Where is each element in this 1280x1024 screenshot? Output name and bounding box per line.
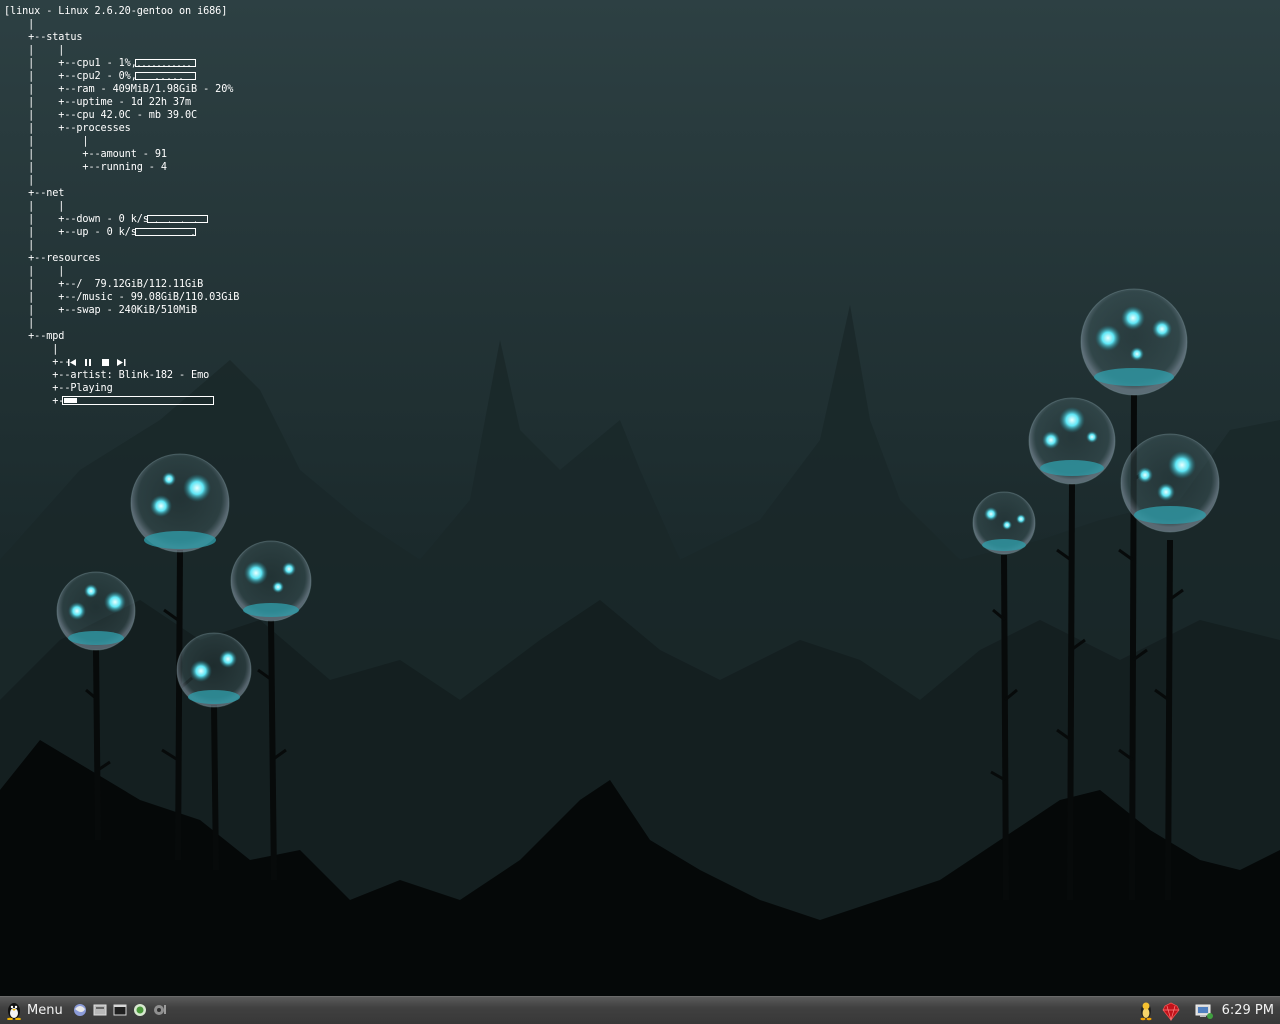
media-icon[interactable] bbox=[152, 1002, 168, 1018]
mpd-section: +--mpd bbox=[4, 331, 65, 342]
mpd-progress-line: +-- bbox=[4, 396, 71, 407]
terminal-icon[interactable] bbox=[112, 1002, 128, 1018]
conky-header: [linux - Linux 2.6.20-gentoo on i686] bbox=[4, 6, 228, 17]
mpd-controls bbox=[68, 359, 126, 366]
net-section: +--net bbox=[4, 188, 65, 199]
net-up-graph bbox=[135, 228, 196, 236]
pause-icon[interactable] bbox=[85, 359, 91, 366]
conky-system-monitor: [linux - Linux 2.6.20-gentoo on i686] | … bbox=[0, 0, 1280, 996]
ram-line: | +--ram - 409MiB/1.98GiB - 20% bbox=[4, 84, 234, 95]
mpd-artist-line: +--artist: Blink-182 - Emo bbox=[4, 370, 210, 381]
menu-button[interactable]: Menu bbox=[2, 997, 67, 1024]
tree-line: | bbox=[4, 175, 35, 186]
swap-line: | +--swap - 240KiB/510MiB bbox=[4, 305, 198, 316]
mpd-progress-fill bbox=[64, 398, 77, 403]
web-browser-icon[interactable] bbox=[72, 1002, 88, 1018]
process-amount-line: | +--amount - 91 bbox=[4, 149, 167, 160]
mpd-controls-line: +-- bbox=[4, 357, 71, 368]
cpu1-line: | +--cpu1 - 1%, bbox=[4, 58, 137, 69]
process-running-line: | +--running - 4 bbox=[4, 162, 167, 173]
next-icon[interactable] bbox=[117, 359, 126, 366]
net-down-graph bbox=[147, 215, 208, 223]
net-up-line: | +--up - 0 k/s bbox=[4, 227, 137, 238]
cpu1-graph bbox=[135, 59, 196, 67]
tree-line: | bbox=[4, 344, 59, 355]
mpd-status-line: +--Playing bbox=[4, 383, 113, 394]
music-fs-line: | +--/music - 99.08GiB/110.03GiB bbox=[4, 292, 240, 303]
uptime-line: | +--uptime - 1d 22h 37m bbox=[4, 97, 192, 108]
prev-icon[interactable] bbox=[68, 359, 76, 366]
cpu2-graph bbox=[135, 72, 196, 80]
resources-section: +--resources bbox=[4, 253, 101, 264]
net-down-line: | +--down - 0 k/s bbox=[4, 214, 149, 225]
taskbar: Menu 6:29 PM bbox=[0, 996, 1280, 1024]
file-manager-icon[interactable] bbox=[92, 1002, 108, 1018]
app-icon[interactable] bbox=[132, 1002, 148, 1018]
stop-icon[interactable] bbox=[102, 359, 109, 366]
tux-icon[interactable] bbox=[1136, 1001, 1156, 1021]
menu-label: Menu bbox=[27, 1003, 63, 1018]
processes-line: | +--processes bbox=[4, 123, 131, 134]
tree-line: | bbox=[4, 19, 35, 30]
status-section: +--status bbox=[4, 32, 83, 43]
clock[interactable]: 6:29 PM bbox=[1222, 997, 1274, 1024]
mpd-progress-bar bbox=[62, 396, 214, 405]
ruby-icon[interactable] bbox=[1161, 1001, 1181, 1021]
network-icon[interactable] bbox=[1194, 1001, 1214, 1021]
tux-icon bbox=[7, 1002, 21, 1020]
root-fs-line: | +--/ 79.12GiB/112.11GiB bbox=[4, 279, 204, 290]
tree-line: | | bbox=[4, 136, 89, 147]
temperature-line: | +--cpu 42.0C - mb 39.0C bbox=[4, 110, 198, 121]
tree-line: | | bbox=[4, 201, 65, 212]
tree-line: | | bbox=[4, 266, 65, 277]
tree-line: | bbox=[4, 240, 35, 251]
cpu2-line: | +--cpu2 - 0%, bbox=[4, 71, 137, 82]
tree-line: | bbox=[4, 318, 35, 329]
tree-line: | | bbox=[4, 45, 65, 56]
